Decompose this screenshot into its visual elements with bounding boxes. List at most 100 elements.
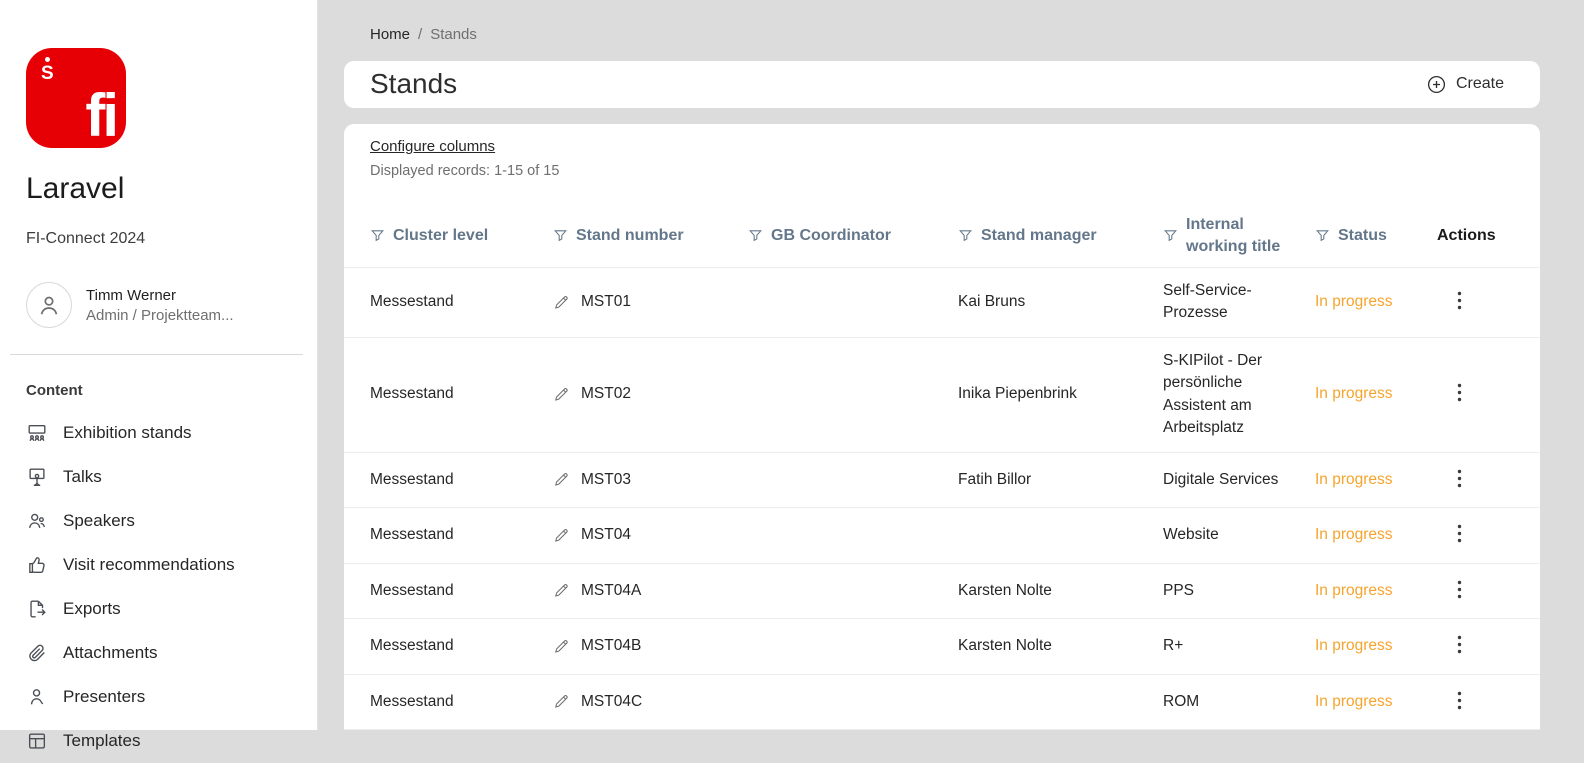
row-actions-button[interactable] xyxy=(1453,576,1466,603)
sidebar-item-templates[interactable]: Templates xyxy=(26,719,305,763)
breadcrumb: Home / Stands xyxy=(344,26,1540,43)
sparkasse-s-icon: S xyxy=(41,57,54,83)
presenter-icon xyxy=(30,689,44,705)
app-title: Laravel xyxy=(26,172,125,205)
filter-icon xyxy=(959,230,972,242)
table-card: Configure columns Displayed records: 1-1… xyxy=(344,123,1540,730)
sidebar-item-exhibition-stands[interactable]: Exhibition stands xyxy=(26,411,305,455)
edit-stand-button[interactable] xyxy=(553,527,570,544)
actions-cell xyxy=(1437,367,1514,421)
edit-stand-button[interactable] xyxy=(553,582,570,599)
edit-stand-button[interactable] xyxy=(553,386,570,403)
column-header-internal-working-title[interactable]: Internal working title xyxy=(1163,214,1315,257)
internal-working-title-cell: S-KIPilot - Der persönliche Assistent am… xyxy=(1163,351,1263,437)
edit-pencil-icon xyxy=(555,295,568,309)
configure-columns-link[interactable]: Configure columns xyxy=(370,138,495,155)
table-row: Messestand MST04A Karsten Nolte PPS In progr… xyxy=(344,564,1540,620)
table-row: Messestand MST02 Inika Piepenbrink S-KIPilo… xyxy=(344,338,1540,453)
user-name: Timm Werner xyxy=(86,286,176,304)
stand-manager-cell: Fatih Billor xyxy=(958,470,1032,488)
thumbs-up-icon xyxy=(29,557,45,574)
sidebar-divider xyxy=(10,354,303,355)
actions-cell xyxy=(1437,275,1514,329)
row-actions-button[interactable] xyxy=(1453,465,1466,492)
column-header-stand-number[interactable]: Stand number xyxy=(553,225,748,247)
row-actions-button[interactable] xyxy=(1453,287,1466,314)
actions-cell xyxy=(1437,675,1514,729)
gb-coordinator-cell xyxy=(748,690,958,714)
kebab-menu-icon xyxy=(1457,291,1462,310)
kebab-menu-icon xyxy=(1457,580,1462,598)
stand-manager-cell xyxy=(958,523,1163,547)
breadcrumb-separator: / xyxy=(418,26,423,43)
plus-circle-icon xyxy=(1427,75,1445,93)
edit-stand-button[interactable] xyxy=(553,471,570,488)
edit-pencil-icon xyxy=(555,473,568,487)
table-row: Messestand MST04 Website In progress xyxy=(344,508,1540,564)
stand-manager-cell xyxy=(958,690,1163,714)
actions-cell xyxy=(1437,619,1514,673)
gb-coordinator-cell xyxy=(748,468,958,492)
column-header-actions: Actions xyxy=(1437,227,1496,245)
page-header-card: Stands Create xyxy=(344,61,1540,108)
fi-logo-text: fi xyxy=(85,82,119,149)
paperclip-icon xyxy=(29,644,45,662)
cluster-level-cell: Messestand xyxy=(370,526,454,544)
stand-number-cell: MST04C xyxy=(553,679,748,725)
sidebar-item-speakers[interactable]: Speakers xyxy=(26,499,305,543)
internal-working-title-cell: PPS xyxy=(1163,581,1195,599)
templates-icon xyxy=(28,733,46,749)
user-role: Admin / Projektteam... xyxy=(86,306,234,324)
edit-pencil-icon xyxy=(555,388,568,401)
actions-cell xyxy=(1437,453,1514,507)
edit-stand-button[interactable] xyxy=(553,693,570,710)
status-badge: In progress xyxy=(1315,526,1393,544)
column-header-gb-coordinator[interactable]: GB Coordinator xyxy=(748,225,958,247)
app-subtitle: FI-Connect 2024 xyxy=(26,230,146,247)
cluster-level-cell: Messestand xyxy=(370,470,454,488)
filter-icon xyxy=(749,230,762,242)
edit-stand-button[interactable] xyxy=(553,294,570,311)
row-actions-button[interactable] xyxy=(1453,520,1466,547)
edit-pencil-icon xyxy=(555,584,568,598)
sidebar-item-talks[interactable]: Talks xyxy=(26,455,305,499)
stand-number-cell: MST04A xyxy=(553,568,748,614)
sidebar-item-exports[interactable]: Exports xyxy=(26,587,305,631)
cluster-level-cell: Messestand xyxy=(370,385,454,403)
row-actions-button[interactable] xyxy=(1453,631,1466,658)
filter-icon xyxy=(554,230,567,242)
table-row: Messestand MST03 Fatih Billor Digitale Serv… xyxy=(344,453,1540,509)
column-header-status[interactable]: Status xyxy=(1315,225,1437,247)
create-button[interactable]: Create xyxy=(1420,73,1510,96)
stand-manager-cell: Karsten Nolte xyxy=(958,637,1052,655)
kebab-menu-icon xyxy=(1457,691,1462,709)
gb-coordinator-cell xyxy=(748,523,958,547)
gb-coordinator-cell xyxy=(748,634,958,658)
stand-manager-cell: Inika Piepenbrink xyxy=(958,385,1077,403)
row-actions-button[interactable] xyxy=(1453,687,1466,714)
sidebar-item-visit-recommendations[interactable]: Visit recommendations xyxy=(26,543,305,587)
sidebar: S fi Laravel FI-Connect 2024 Timm Werner… xyxy=(0,0,318,750)
column-header-cluster-level[interactable]: Cluster level xyxy=(370,225,553,247)
gb-coordinator-cell xyxy=(748,579,958,603)
user-menu[interactable]: Timm Werner Admin / Projektteam... xyxy=(26,282,305,328)
exhibition-stands-icon xyxy=(28,424,46,441)
column-header-stand-manager[interactable]: Stand manager xyxy=(958,225,1163,247)
edit-stand-button[interactable] xyxy=(553,638,570,655)
avatar xyxy=(26,282,72,328)
user-icon xyxy=(40,296,58,315)
stand-manager-cell: Kai Bruns xyxy=(958,293,1026,311)
status-badge: In progress xyxy=(1315,293,1393,311)
cluster-level-cell: Messestand xyxy=(370,293,454,311)
row-actions-button[interactable] xyxy=(1453,379,1466,406)
breadcrumb-home[interactable]: Home xyxy=(370,26,410,43)
edit-pencil-icon xyxy=(555,695,568,708)
records-info: Displayed records: 1-15 of 15 xyxy=(370,162,560,179)
internal-working-title-cell: R+ xyxy=(1163,637,1184,655)
talks-icon xyxy=(29,468,45,486)
sidebar-item-attachments[interactable]: Attachments xyxy=(26,631,305,675)
fi-sparkasse-logo[interactable]: S fi xyxy=(26,48,126,148)
sidebar-item-presenters[interactable]: Presenters xyxy=(26,675,305,719)
actions-cell xyxy=(1437,508,1514,562)
edit-pencil-icon xyxy=(555,639,568,653)
